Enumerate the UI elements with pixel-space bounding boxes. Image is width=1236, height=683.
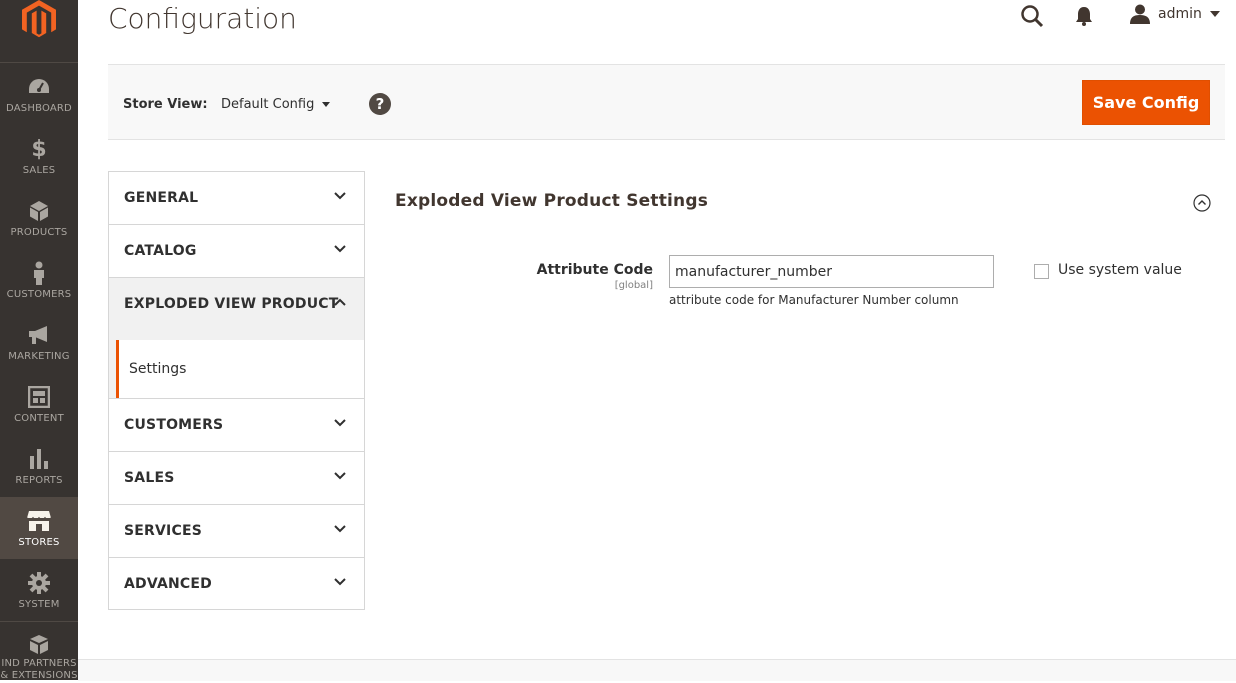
sidebar-item-label: DASHBOARD bbox=[6, 103, 72, 114]
tab-sales[interactable]: SALES bbox=[108, 451, 365, 504]
chevron-up-icon bbox=[334, 298, 346, 306]
tab-general[interactable]: GENERAL bbox=[108, 171, 365, 224]
sidebar-item-content[interactable]: CONTENT bbox=[0, 373, 78, 435]
layout-icon bbox=[28, 386, 50, 408]
tab-label: GENERAL bbox=[124, 190, 199, 206]
cube-icon bbox=[30, 201, 48, 221]
help-icon[interactable]: ? bbox=[369, 93, 391, 115]
use-system-value-label[interactable]: Use system value bbox=[1058, 262, 1182, 278]
person-icon bbox=[34, 261, 44, 285]
chevron-down-icon bbox=[334, 245, 346, 253]
chevron-down-icon bbox=[334, 472, 346, 480]
sidebar-item-products[interactable]: PRODUCTS bbox=[0, 187, 78, 249]
chevron-down-icon bbox=[334, 525, 346, 533]
tab-item-label: Settings bbox=[129, 361, 187, 377]
magento-logo-icon bbox=[22, 0, 56, 38]
bar-chart-icon bbox=[30, 449, 48, 469]
tab-label: CATALOG bbox=[124, 243, 197, 259]
sidebar-item-marketing[interactable]: MARKETING bbox=[0, 311, 78, 373]
gear-icon bbox=[28, 572, 50, 594]
caret-down-icon bbox=[322, 102, 331, 107]
tab-customers[interactable]: CUSTOMERS bbox=[108, 398, 365, 451]
store-icon bbox=[26, 511, 52, 531]
sidebar-item-label: REPORTS bbox=[15, 475, 63, 486]
tab-label: SALES bbox=[124, 470, 175, 486]
tab-exploded-view-product[interactable]: EXPLODED VIEW PRODUCT bbox=[108, 277, 365, 330]
sidebar-item-stores[interactable]: STORES bbox=[0, 497, 78, 559]
sidebar-item-system[interactable]: SYSTEM bbox=[0, 559, 78, 621]
sidebar-item-label: MARKETING bbox=[8, 351, 70, 362]
tab-label: EXPLODED VIEW PRODUCT bbox=[124, 296, 339, 312]
sidebar-item-label: SYSTEM bbox=[18, 599, 60, 610]
tab-catalog[interactable]: CATALOG bbox=[108, 224, 365, 277]
page-footer bbox=[78, 659, 1236, 681]
attribute-code-note: attribute code for Manufacturer Number c… bbox=[669, 293, 959, 307]
sidebar-item-dashboard[interactable]: DASHBOARD bbox=[0, 63, 78, 125]
sidebar-item-label: SALES bbox=[22, 165, 56, 176]
notifications-button[interactable] bbox=[1074, 5, 1094, 27]
store-view-label: Store View: bbox=[123, 97, 208, 112]
attribute-code-input[interactable] bbox=[669, 255, 994, 288]
bell-icon bbox=[1076, 7, 1092, 26]
chevron-up-circle-icon bbox=[1193, 194, 1211, 212]
search-button[interactable] bbox=[1020, 4, 1044, 28]
sidebar-item-sales[interactable]: $ SALES bbox=[0, 125, 78, 187]
section-collapse-button[interactable] bbox=[1193, 194, 1211, 212]
caret-down-icon bbox=[1209, 11, 1220, 17]
tab-label: CUSTOMERS bbox=[124, 417, 224, 433]
sidebar-item-label: IND PARTNERS & EXTENSIONS bbox=[0, 658, 78, 681]
chevron-down-icon bbox=[334, 419, 346, 427]
megaphone-icon bbox=[29, 326, 47, 344]
save-config-button[interactable]: Save Config bbox=[1082, 80, 1210, 125]
blocks-icon bbox=[30, 635, 48, 654]
store-view-value: Default Config bbox=[221, 97, 315, 112]
use-system-value-checkbox[interactable] bbox=[1034, 264, 1049, 279]
config-tabs: GENERAL CATALOG EXPLODED VIEW PRODUCT Se… bbox=[108, 171, 365, 610]
dollar-icon: $ bbox=[31, 136, 47, 162]
chevron-down-icon bbox=[334, 578, 346, 586]
sidebar-item-partners[interactable]: IND PARTNERS & EXTENSIONS bbox=[0, 621, 78, 683]
sidebar-item-reports[interactable]: REPORTS bbox=[0, 435, 78, 497]
tab-item-settings[interactable]: Settings bbox=[116, 340, 364, 398]
tab-advanced[interactable]: ADVANCED bbox=[108, 557, 365, 610]
admin-user-menu[interactable]: admin bbox=[1130, 4, 1220, 24]
attribute-code-label: Attribute Code bbox=[536, 262, 653, 278]
sidebar-item-label: PRODUCTS bbox=[10, 227, 68, 238]
tab-services[interactable]: SERVICES bbox=[108, 504, 365, 557]
tab-label: ADVANCED bbox=[124, 576, 212, 592]
admin-sidebar: DASHBOARD $ SALES PRODUCTS CUSTOMERS MAR… bbox=[0, 0, 78, 683]
magento-logo[interactable] bbox=[0, 0, 78, 60]
attribute-code-scope: [global] bbox=[614, 280, 653, 291]
sidebar-item-label: CUSTOMERS bbox=[6, 289, 72, 300]
store-view-bar: Store View: Default Config ? Save Config bbox=[108, 64, 1225, 140]
tab-subitems: Settings bbox=[108, 330, 365, 398]
sidebar-item-label: STORES bbox=[18, 537, 60, 548]
sidebar-item-label: CONTENT bbox=[14, 413, 64, 424]
admin-username: admin bbox=[1158, 6, 1202, 22]
section-title[interactable]: Exploded View Product Settings bbox=[395, 191, 708, 211]
tab-label: SERVICES bbox=[124, 523, 202, 539]
page-title: Configuration bbox=[108, 2, 297, 35]
user-icon bbox=[1130, 4, 1150, 24]
store-view-switcher[interactable]: Default Config bbox=[221, 97, 331, 112]
search-icon bbox=[1021, 5, 1044, 28]
dashboard-icon bbox=[29, 79, 49, 93]
chevron-down-icon bbox=[334, 192, 346, 200]
sidebar-item-customers[interactable]: CUSTOMERS bbox=[0, 249, 78, 311]
